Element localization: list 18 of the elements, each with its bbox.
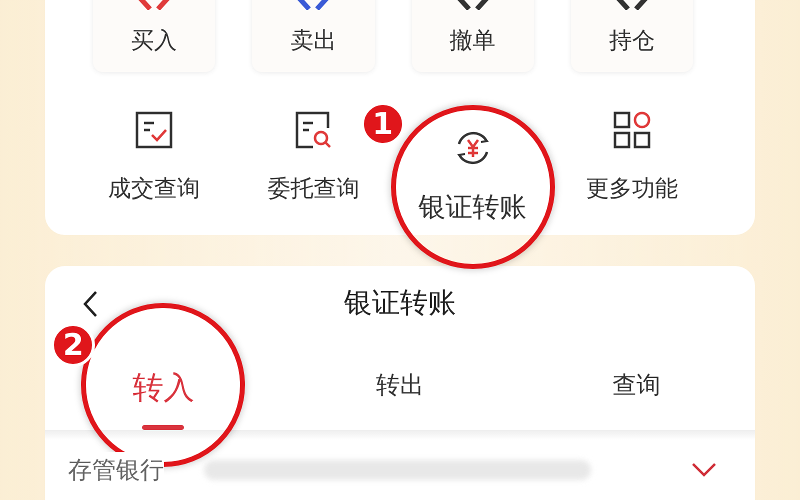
tool-button[interactable]: 更多功能 xyxy=(586,110,678,228)
trade-button[interactable]: 撤单 xyxy=(412,0,534,72)
document-search-icon xyxy=(293,110,334,150)
callout-badge: 2 xyxy=(51,323,96,367)
tool-button[interactable]: 委托查询 xyxy=(267,110,360,228)
tool-button[interactable]: 银证转账 xyxy=(418,110,527,228)
tab-underline xyxy=(142,425,184,430)
trade-button[interactable]: 买入 xyxy=(93,0,216,72)
tool-button[interactable]: 成交查询 xyxy=(108,110,200,228)
tab[interactable]: 查询 xyxy=(518,340,755,430)
checklist-icon xyxy=(134,110,174,150)
trade-button[interactable]: 卖出 xyxy=(252,0,374,72)
chevron-down-icon xyxy=(691,462,717,478)
grid-apps-icon xyxy=(612,110,652,150)
panel-title: 银证转账 xyxy=(344,285,456,321)
trade-button[interactable]: 持仓 xyxy=(570,0,693,72)
bank-select-field[interactable]: 存管银行 xyxy=(45,440,755,500)
tab[interactable]: 转出 xyxy=(282,340,518,430)
